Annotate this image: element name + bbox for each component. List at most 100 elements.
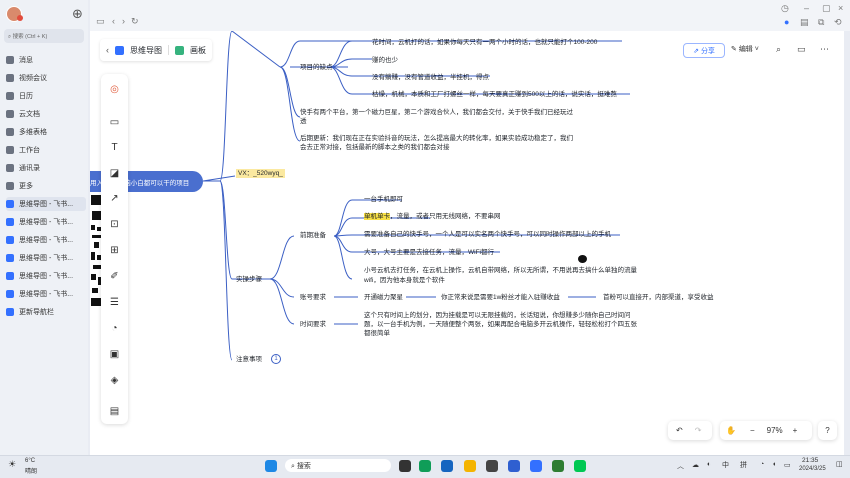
tab-board[interactable]: 画板	[190, 45, 206, 56]
table-icon[interactable]: ⊞	[108, 244, 121, 257]
refresh-icon[interactable]: ↻	[131, 16, 139, 26]
ai-icon[interactable]: ◔	[108, 322, 121, 335]
wechat-icon[interactable]	[574, 460, 586, 472]
taskbar-search[interactable]: ⌕ 搜索	[285, 459, 391, 472]
collapse-badge[interactable]: 1	[271, 354, 281, 364]
node-notes[interactable]: 注意事项	[236, 355, 262, 364]
prep-item[interactable]: 一台手机即可	[364, 195, 403, 204]
weather-temp[interactable]: 6°C	[25, 458, 35, 464]
sidebar-item[interactable]: 消息	[6, 53, 86, 67]
start-icon[interactable]	[265, 460, 277, 472]
cons-item[interactable]: 枯燥，机械，本质和工厂打螺丝一样，每天要真正赚到500以上的话，说实话，挺难熬	[372, 90, 617, 99]
clock-time[interactable]: 21:35	[802, 457, 818, 464]
pen-tool-icon[interactable]: ✐	[108, 270, 121, 283]
sticky-note-icon[interactable]: ◪	[108, 167, 121, 180]
node-later-note[interactable]: 后期更新：我们现在正在实验抖音的玩法，怎么提高最大的转化率，如果实验成功稳定了，…	[300, 134, 573, 143]
plus-icon[interactable]: ⊕	[72, 7, 83, 20]
back-icon[interactable]: ‹	[106, 45, 109, 55]
sidebar-item[interactable]: 思维导图 - 飞书...	[6, 197, 86, 211]
search-icon[interactable]: ⌕	[776, 44, 781, 55]
zoom-out-button[interactable]: −	[750, 426, 755, 435]
edit-button[interactable]: ✎ 编辑 ˅	[731, 44, 759, 54]
frame-icon[interactable]: ⊡	[108, 218, 121, 231]
sidebar-item[interactable]: 思维导图 - 飞书...	[6, 215, 86, 229]
more-icon[interactable]: ⋯	[820, 44, 829, 55]
copy-icon[interactable]: ⧉	[818, 17, 824, 27]
sidebar-item[interactable]: 工作台	[6, 143, 86, 157]
sidebar-item[interactable]: 思维导图 - 飞书...	[6, 269, 86, 283]
sidebar-item[interactable]: 更新导航栏	[6, 305, 86, 319]
vx-node[interactable]: VX：_520wyq_	[236, 169, 285, 178]
comment-icon[interactable]: ▭	[797, 44, 806, 55]
app-icon[interactable]: ●	[784, 17, 789, 27]
sidebar-item[interactable]: 通讯录	[6, 161, 86, 175]
cons-item[interactable]: 花时间，云机打的话，如果你每天只有一两个小时的话，也就只能打个100-200	[372, 38, 597, 47]
ime-mode[interactable]: 拼	[740, 460, 747, 470]
prep-item[interactable]: 大号，大号主要是去接任务，流量，WiFi都行	[364, 248, 494, 257]
feishu-icon[interactable]	[530, 460, 542, 472]
nav-forward-icon[interactable]: ›	[122, 16, 125, 26]
tray-chevron-icon[interactable]: ︿	[677, 461, 684, 471]
zoom-in-button[interactable]: +	[793, 426, 798, 435]
connector-icon[interactable]: ↗	[108, 192, 121, 205]
battery-icon[interactable]: ▭	[784, 461, 791, 469]
taskview-icon[interactable]	[399, 460, 411, 472]
tray-icon[interactable]: ◐	[707, 461, 711, 468]
template-icon[interactable]: ◈	[108, 374, 121, 387]
time-text[interactable]: 这个只有时间上的划分，因为挂载是可以无限挂载的，长话短说，你想赚多少随你自己时间…	[364, 311, 631, 320]
doc-icon[interactable]: ▤	[800, 17, 809, 27]
nav-back-icon[interactable]: ‹	[112, 16, 115, 26]
tab-mindmap[interactable]: 思维导图	[130, 45, 162, 56]
text-icon[interactable]: T	[108, 141, 121, 154]
sidebar-item[interactable]: 思维导图 - 飞书...	[6, 251, 86, 265]
node-platform-note[interactable]: 快手有两个平台，第一个磁力巨星，第二个游戏合伙人，我们都会交付，关于快手我们已经…	[300, 108, 573, 117]
edge-icon[interactable]	[419, 460, 431, 472]
node-prep[interactable]: 前期准备	[300, 231, 326, 240]
app-icon[interactable]	[552, 460, 564, 472]
image-icon[interactable]: ▣	[108, 348, 121, 361]
sidebar-item[interactable]: 日历	[6, 89, 86, 103]
shapes-icon[interactable]: ◎	[108, 83, 121, 96]
redo-icon[interactable]: ↷	[695, 426, 702, 435]
list-icon[interactable]: ☰	[108, 296, 121, 309]
explorer-icon[interactable]	[464, 460, 476, 472]
ime-indicator[interactable]: 中	[722, 460, 729, 470]
link-icon[interactable]: ⟲	[834, 17, 842, 27]
sidebar-item[interactable]: 思维导图 - 飞书...	[6, 233, 86, 247]
store-icon[interactable]	[441, 460, 453, 472]
close-icon[interactable]: ×	[838, 3, 843, 13]
sidebar-item[interactable]: 云文档	[6, 107, 86, 121]
zoom-level[interactable]: 97%	[767, 426, 783, 435]
volume-icon[interactable]: ◖	[772, 461, 776, 468]
app-icon[interactable]	[486, 460, 498, 472]
rectangle-icon[interactable]: ▭	[108, 116, 121, 129]
node-account[interactable]: 账号要求	[300, 293, 326, 302]
node-project-cons[interactable]: 项目的缺点	[300, 63, 333, 72]
prep-item[interactable]: 单机单卡，流量，或者只用无线网络，不要串网	[364, 212, 501, 221]
app-icon[interactable]	[508, 460, 520, 472]
sidebar-item[interactable]: 思维导图 - 飞书...	[6, 287, 86, 301]
sidebar-item[interactable]: 多维表格	[6, 125, 86, 139]
account-item[interactable]: 开通磁力聚星	[364, 293, 403, 302]
node-time[interactable]: 时间要求	[300, 320, 326, 329]
cons-item[interactable]: 没有躺赚，没有管道收益，半挂机，得点	[372, 73, 489, 82]
maximize-icon[interactable]: ▢	[822, 3, 831, 13]
minimize-icon[interactable]: –	[804, 3, 809, 13]
wifi-icon[interactable]: ◔	[760, 461, 764, 468]
notification-icon[interactable]: ◫	[836, 460, 843, 468]
sidebar-item[interactable]: 更多	[6, 179, 86, 193]
comment-tool-icon[interactable]: ▤	[108, 405, 121, 418]
hand-icon[interactable]: ✋	[726, 426, 736, 435]
undo-icon[interactable]: ↶	[676, 426, 683, 435]
account-item[interactable]: 你正常来说是需要1w粉丝才能入驻赚收益	[441, 293, 560, 302]
prep-item[interactable]: 小号云机去打任务，在云机上操作，云机自带网络，所以无所谓，不用说再去搞什么单独的…	[364, 266, 637, 275]
account-item[interactable]: 首粉可以直接开，内部渠道，享受收益	[603, 293, 714, 302]
cons-item[interactable]: 赚的也少	[372, 56, 398, 65]
prep-item[interactable]: 需要准备自己的快手号，一个人是可以实名两个快手号，可以同时操作两部以上的手机	[364, 230, 611, 239]
cloud-icon[interactable]: ☁	[692, 461, 699, 469]
history-icon[interactable]: ◷	[781, 3, 789, 13]
share-button[interactable]: ⇗ 分享	[683, 43, 725, 58]
node-steps[interactable]: 实操步骤	[236, 275, 262, 284]
search-input[interactable]: ⌕ 搜索 (Ctrl + K)	[4, 29, 84, 43]
sidebar-item[interactable]: 视频会议	[6, 71, 86, 85]
